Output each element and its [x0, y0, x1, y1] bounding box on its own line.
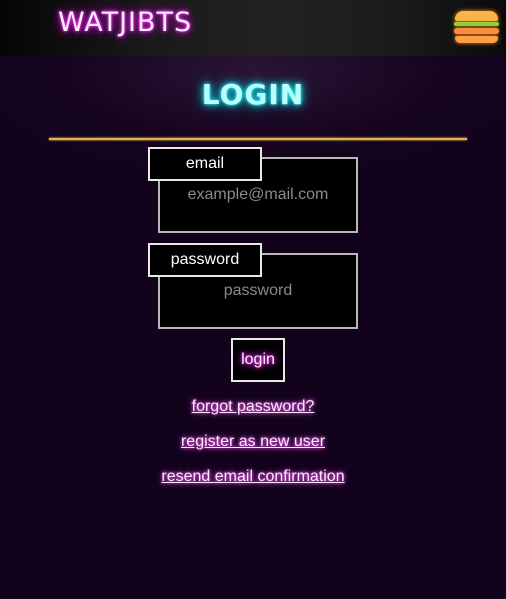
burger-bun-bottom	[455, 36, 498, 43]
password-label: password	[148, 243, 262, 277]
page-title: LOGIN	[201, 78, 305, 111]
login-button[interactable]: login	[231, 338, 285, 382]
login-page: WATJIBTS LOGIN email password login forg…	[0, 0, 506, 599]
register-row: register as new user	[0, 433, 506, 451]
register-link[interactable]: register as new user	[181, 433, 325, 450]
burger-bun-top	[455, 11, 498, 21]
forgot-password-link[interactable]: forgot password?	[192, 398, 315, 415]
email-input[interactable]	[160, 181, 356, 209]
brand-logo[interactable]: WATJIBTS	[58, 7, 192, 38]
hamburger-menu-icon[interactable]	[453, 9, 500, 45]
resend-confirmation-link[interactable]: resend email confirmation	[161, 468, 344, 485]
title-divider	[49, 138, 467, 140]
password-input[interactable]	[160, 277, 356, 305]
burger-patty	[454, 28, 499, 34]
resend-confirmation-row: resend email confirmation	[0, 468, 506, 486]
burger-lettuce	[454, 22, 499, 26]
email-label: email	[148, 147, 262, 181]
forgot-password-row: forgot password?	[0, 398, 506, 416]
top-bar: WATJIBTS	[0, 0, 506, 56]
